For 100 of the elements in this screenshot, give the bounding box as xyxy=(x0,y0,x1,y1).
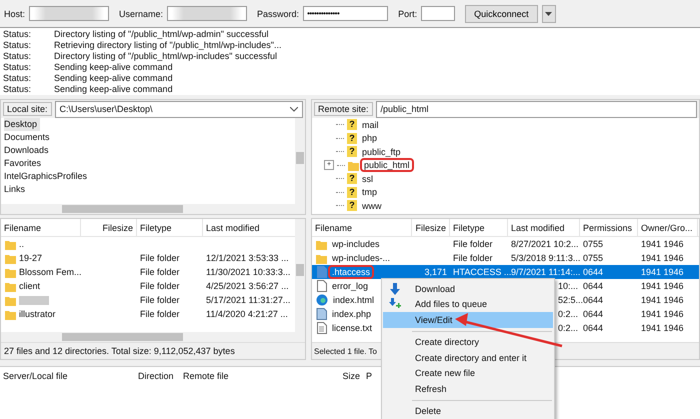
column-header[interactable]: Filetype xyxy=(450,219,508,236)
menu-item[interactable]: Delete xyxy=(383,404,553,419)
tree-item[interactable]: php xyxy=(360,133,380,144)
folder-icon xyxy=(5,308,16,320)
file-name: Blossom Fem... xyxy=(19,267,82,277)
log-message: Retrieving directory listing of "/public_html/wp-includes"... xyxy=(54,40,282,51)
menu-item[interactable]: Refresh xyxy=(383,381,553,396)
menu-item[interactable]: View/Edit xyxy=(383,312,553,328)
folder-icon xyxy=(5,294,16,306)
column-header[interactable]: Filename xyxy=(312,219,412,236)
modified-date: 5/17/2021 11:31:27... xyxy=(205,295,292,305)
password-field[interactable]: •••••••••••••• xyxy=(303,6,388,21)
modified-date: 5/3/2018 9:11:3... xyxy=(510,253,580,263)
owner-group: 1941 1946 xyxy=(638,253,698,263)
modified-date: 11/4/2020 4:21:27 ... xyxy=(205,309,289,319)
file-name[interactable]: index.php xyxy=(330,309,374,319)
owner-group: 1941 1946 xyxy=(638,309,698,319)
file-type: File folder xyxy=(139,253,181,263)
tree-item[interactable]: www xyxy=(360,200,384,211)
owner-group: 1941 1946 xyxy=(638,239,698,249)
column-header[interactable]: Owner/Gro... xyxy=(638,219,698,236)
tree-item[interactable]: Documents xyxy=(4,131,53,144)
file-name: 19-27 xyxy=(19,253,42,263)
horizontal-scrollbar[interactable] xyxy=(1,332,305,342)
host-field[interactable] xyxy=(29,6,110,21)
permissions: 0644 xyxy=(582,281,604,291)
file-type: File folder xyxy=(452,239,494,249)
column-header[interactable]: Server/Local file xyxy=(0,370,135,380)
log-message: Sending keep-alive command xyxy=(54,84,174,95)
column-header[interactable]: Last modified xyxy=(508,219,580,236)
tree-item[interactable]: IntelGraphicsProfiles xyxy=(4,170,90,183)
column-header[interactable]: Filetype xyxy=(137,219,203,236)
file-type: File folder xyxy=(452,253,494,263)
modified-date: 52:5... xyxy=(557,295,580,305)
column-header[interactable]: Direction xyxy=(135,370,180,380)
chevron-icon xyxy=(290,106,298,112)
column-header[interactable]: Remote file xyxy=(180,370,308,380)
column-header[interactable]: Size xyxy=(308,370,363,380)
username-field[interactable] xyxy=(167,6,248,21)
tree-item[interactable]: tmp xyxy=(360,187,380,198)
local-path-field[interactable]: C:\Users\user\Desktop\ xyxy=(54,100,303,118)
file-name[interactable]: wp-includes xyxy=(330,239,382,249)
column-header[interactable]: Filesize xyxy=(81,219,137,236)
file-type: File folder xyxy=(139,281,181,291)
log-message: Directory listing of "/public_html/wp-admin" successful xyxy=(54,29,270,40)
unknown-folder-icon: ? xyxy=(347,132,357,144)
file-name[interactable]: error_log xyxy=(330,281,370,291)
file-name[interactable]: wp-includes-... xyxy=(330,253,392,263)
port-label: Port: xyxy=(398,8,418,18)
file-name[interactable]: index.html xyxy=(331,295,376,305)
folder-icon xyxy=(316,238,327,250)
document-icon xyxy=(316,308,327,320)
log-label: Status: xyxy=(3,84,32,95)
tree-item[interactable]: mail xyxy=(360,120,381,130)
tree-item[interactable]: ssl xyxy=(360,174,375,184)
menu-item[interactable]: Add files to queue xyxy=(383,296,553,312)
globe-icon xyxy=(316,294,328,306)
quickconnect-button[interactable]: Quickconnect xyxy=(465,4,538,22)
log-label: Status: xyxy=(3,29,32,40)
column-header[interactable]: Filename xyxy=(1,219,81,236)
log-message: Sending keep-alive command xyxy=(54,73,174,84)
tree-item[interactable]: Downloads xyxy=(4,144,52,157)
folder-icon xyxy=(5,266,16,278)
remote-path-field[interactable]: /public_html xyxy=(376,100,697,118)
vertical-scrollbar[interactable] xyxy=(295,219,305,332)
modified-date: 0:2... xyxy=(557,323,580,333)
vertical-scrollbar[interactable] xyxy=(295,118,305,204)
permissions: 0644 xyxy=(582,267,604,277)
horizontal-scrollbar[interactable] xyxy=(1,204,305,214)
owner-group: 1941 1946 xyxy=(638,323,698,333)
document-icon xyxy=(316,280,327,292)
tree-item[interactable]: Desktop xyxy=(4,118,40,131)
port-field[interactable] xyxy=(421,6,456,21)
file-name[interactable]: license.txt xyxy=(330,323,374,333)
document-icon xyxy=(316,266,327,278)
log-message: Directory listing of "/public_html/wp-includes" successful xyxy=(54,51,278,62)
password-label: Password: xyxy=(257,8,300,18)
file-name[interactable]: .htaccess xyxy=(330,267,372,277)
tree-item[interactable]: public_ftp xyxy=(360,146,403,157)
unknown-folder-icon: ? xyxy=(347,200,357,212)
column-header[interactable]: Filesize xyxy=(412,219,450,236)
folder-icon xyxy=(348,160,359,171)
tree-item[interactable]: public_html xyxy=(362,160,412,170)
remote-site-label: Remote site: xyxy=(314,102,373,116)
modified-date: 8/27/2021 10:2... xyxy=(510,239,580,249)
menu-item[interactable]: Create new file xyxy=(383,366,553,381)
owner-group: 1941 1946 xyxy=(638,295,698,305)
column-header[interactable]: Permissions xyxy=(580,219,638,236)
unknown-folder-icon: ? xyxy=(347,173,357,184)
column-header[interactable]: P xyxy=(363,370,383,380)
folder-icon xyxy=(5,252,16,264)
log-message: Sending keep-alive command xyxy=(54,62,174,73)
file-type: File folder xyxy=(139,309,181,319)
tree-item[interactable]: Favorites xyxy=(4,157,44,170)
menu-item[interactable]: Download xyxy=(383,281,553,296)
log-label: Status: xyxy=(3,73,32,84)
host-label: Host: xyxy=(4,8,26,18)
tree-item[interactable]: Links xyxy=(4,183,28,196)
file-type: File folder xyxy=(139,295,181,305)
dropdown-button[interactable] xyxy=(542,4,556,22)
